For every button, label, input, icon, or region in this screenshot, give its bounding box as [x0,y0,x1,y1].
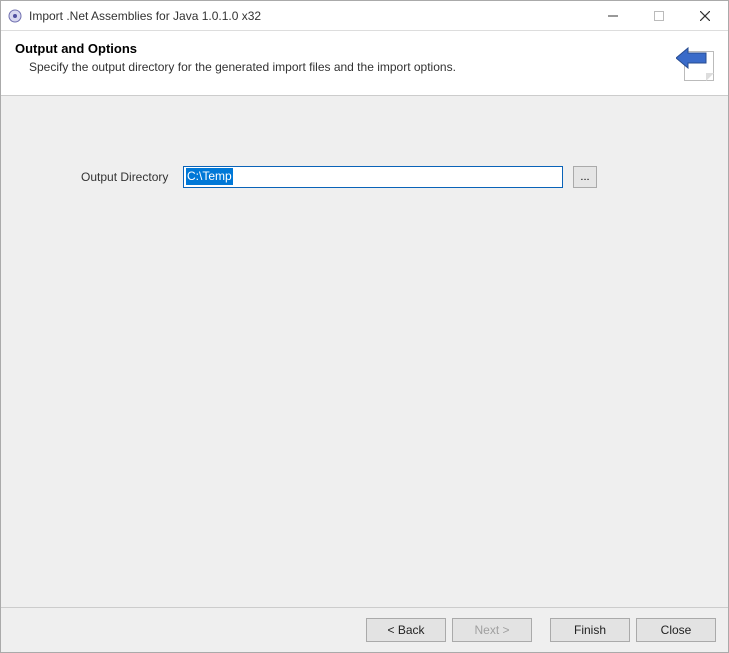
wizard-header: Output and Options Specify the output di… [1,31,728,96]
maximize-button [636,1,682,30]
browse-button[interactable]: ... [573,166,597,188]
page-title: Output and Options [15,41,456,56]
wizard-window: Import .Net Assemblies for Java 1.0.1.0 … [0,0,729,653]
import-arrow-icon [674,41,714,81]
app-icon [7,8,23,24]
finish-button[interactable]: Finish [550,618,630,642]
back-button[interactable]: < Back [366,618,446,642]
close-window-button[interactable] [682,1,728,30]
page-subtitle: Specify the output directory for the gen… [15,60,456,74]
output-directory-row: Output Directory C:\Temp ... [81,166,668,188]
output-directory-input[interactable] [183,166,563,188]
wizard-button-bar: < Back Next > Finish Close [1,607,728,652]
content-area: Output Directory C:\Temp ... [1,96,728,607]
output-directory-label: Output Directory [81,170,173,184]
next-button: Next > [452,618,532,642]
window-controls [590,1,728,30]
minimize-button[interactable] [590,1,636,30]
close-button[interactable]: Close [636,618,716,642]
titlebar: Import .Net Assemblies for Java 1.0.1.0 … [1,1,728,31]
window-title: Import .Net Assemblies for Java 1.0.1.0 … [29,9,261,23]
